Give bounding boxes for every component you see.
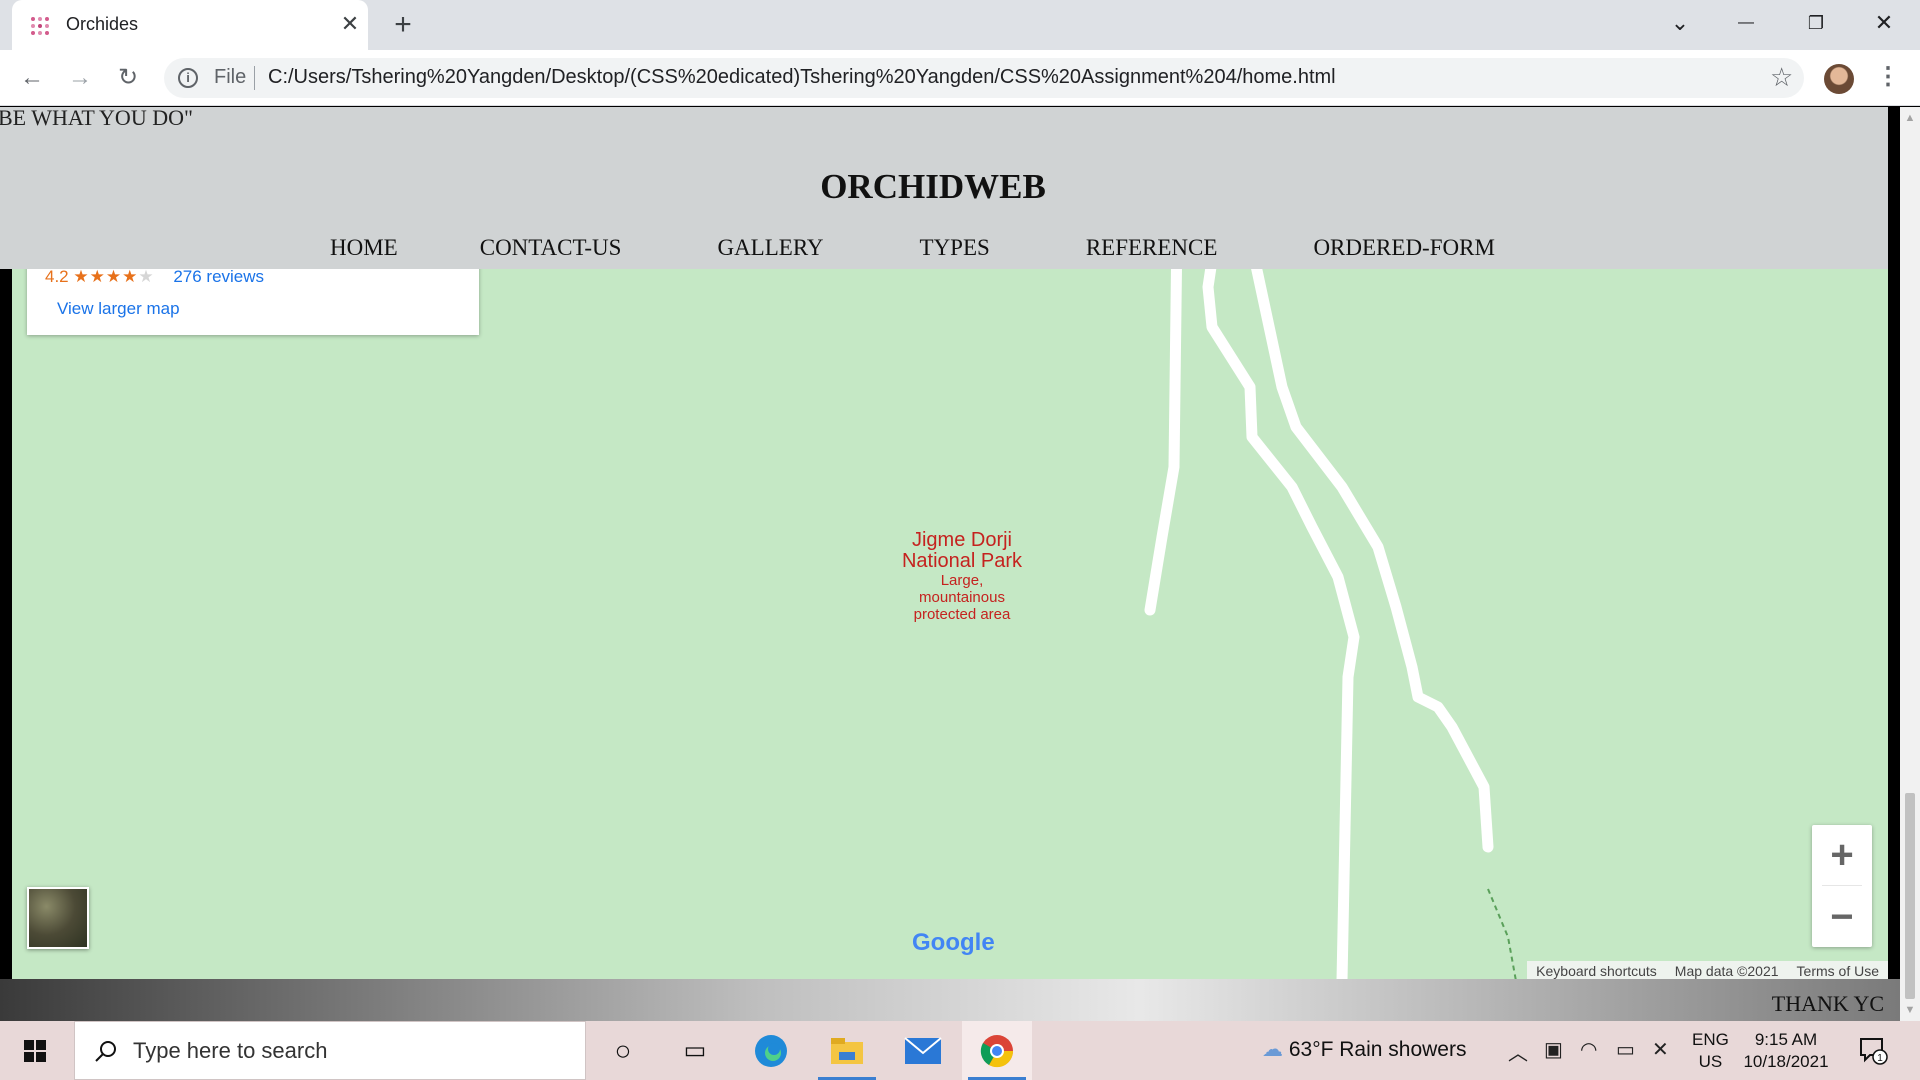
weather-widget[interactable]: ☁ 63°F Rain showers [1262,1037,1466,1062]
lang-line1: ENG [1692,1030,1729,1049]
task-view-icon[interactable]: ▭ [660,1021,730,1080]
forward-arrow-icon[interactable]: → [64,62,96,94]
search-icon [95,1041,116,1062]
park-name-line1: Jigme Dorji [911,529,1013,551]
zoom-in-button[interactable]: + [1812,825,1872,885]
page-footer: THANK YC [0,979,1900,1021]
minimize-button[interactable]: — [1726,6,1766,40]
keyboard-shortcuts-link[interactable]: Keyboard shortcuts [1527,961,1666,981]
site-header: BE WHAT YOU DO" ORCHIDWEB HOME CONTACT-U… [0,107,1888,269]
cortana-icon[interactable]: ○ [588,1021,658,1080]
omnibox-divider [254,66,255,90]
search-placeholder: Type here to search [133,1038,328,1063]
battery-icon[interactable]: ▭ [1616,1037,1635,1062]
nav-link-reference[interactable]: REFERENCE [1086,235,1218,261]
park-name-line2: National Park [901,550,1023,572]
close-window-button[interactable]: ✕ [1864,6,1904,40]
clock-time: 9:15 AM [1754,1030,1818,1049]
scroll-up-icon[interactable]: ▲ [1900,109,1920,127]
reload-icon[interactable]: ↻ [112,62,144,94]
google-logo: Google [912,929,995,956]
volume-muted-icon[interactable]: ✕ [1652,1037,1669,1062]
url-text[interactable]: C:/Users/Tshering%20Yangden/Desktop/(CSS… [268,66,1336,89]
windows-taskbar: Type here to search ○ ▭ ☁ 63°F Rain show… [0,1021,1920,1080]
park-label[interactable]: Jigme Dorji National Park Large, mountai… [862,530,1062,623]
wifi-icon[interactable]: ◠ [1580,1037,1597,1062]
bookmark-star-icon[interactable]: ☆ [1770,62,1793,93]
scroll-down-icon[interactable]: ▼ [1900,1001,1920,1019]
tab-strip: Orchides ✕ + ⌄ — ❐ ✕ [0,0,1920,50]
nav-link-contact-us[interactable]: CONTACT-US [480,235,622,261]
weather-text: 63°F Rain showers [1288,1038,1467,1061]
taskbar-search[interactable]: Type here to search [74,1021,586,1080]
new-tab-button[interactable]: + [386,8,420,42]
satellite-toggle[interactable] [27,887,89,949]
chrome-menu-icon[interactable]: ⋮ [1876,62,1900,91]
browser-tab[interactable]: Orchides ✕ [12,0,368,50]
language-indicator[interactable]: ENG US [1692,1029,1729,1073]
rating-row: 4.2 ★★★★★ 276 reviews [45,267,264,287]
zoom-controls: + − [1812,825,1872,947]
site-title: ORCHIDWEB [820,167,1046,206]
zoom-divider [1822,885,1862,886]
lang-line2: US [1698,1052,1723,1071]
address-bar[interactable]: i File C:/Users/Tshering%20Yangden/Deskt… [164,58,1804,98]
system-clock[interactable]: 9:15 AM 10/18/2021 [1736,1029,1836,1073]
nav-link-ordered-form[interactable]: ORDERED-FORM [1313,235,1494,261]
mail-icon[interactable] [888,1021,958,1080]
rating-value: 4.2 [45,267,69,286]
tab-title: Orchides [66,14,139,34]
reviews-link[interactable]: 276 reviews [173,267,264,286]
page-scrollbar[interactable]: ▲ ▼ [1900,107,1920,1021]
terms-of-use-link[interactable]: Terms of Use [1788,961,1888,981]
orchid-favicon-icon [31,17,49,35]
footer-text: THANK YC [1771,991,1884,1016]
tab-search-icon[interactable]: ⌄ [1660,6,1700,40]
show-hidden-icons-chevron-icon[interactable]: ︿ [1508,1037,1528,1066]
file-scheme-label: File [214,66,247,88]
header-quote: BE WHAT YOU DO" [0,107,193,130]
meet-now-icon[interactable]: ▣ [1544,1037,1563,1062]
browser-toolbar: ← → ↻ i File C:/Users/Tshering%20Yangden… [0,50,1920,106]
back-arrow-icon[interactable]: ← [16,62,48,94]
nav-link-types[interactable]: TYPES [920,235,990,261]
windows-start-icon[interactable] [10,1031,60,1071]
rating-stars: ★★★★★ [73,267,155,286]
profile-avatar[interactable] [1824,64,1854,94]
site-info-icon[interactable]: i [178,68,198,88]
edge-icon[interactable] [736,1021,806,1080]
scrollbar-thumb[interactable] [1905,793,1915,999]
nav-link-home[interactable]: HOME [330,235,398,261]
file-explorer-icon[interactable] [812,1021,882,1080]
notification-center-icon[interactable]: 1 [1858,1035,1888,1065]
weather-rain-icon: ☁ [1262,1038,1289,1061]
zoom-out-button[interactable]: − [1812,887,1872,947]
park-desc-line3: protected area [913,606,1011,623]
chrome-icon[interactable] [962,1021,1032,1080]
site-nav: HOME CONTACT-US GALLERY TYPES REFERENCE … [330,235,1495,261]
page-viewport: Jigme Dorji National Park Large, mountai… [0,107,1900,1021]
map-attribution: Keyboard shortcuts Map data ©2021 Terms … [1527,961,1888,981]
notification-count: 1 [1877,1053,1883,1064]
park-desc-line1: Large, [940,572,984,589]
tab-close-icon[interactable]: ✕ [336,10,364,38]
map-data-text: Map data ©2021 [1674,963,1779,979]
clock-date: 10/18/2021 [1743,1052,1829,1071]
view-larger-map-link[interactable]: View larger map [57,299,180,319]
park-desc-line2: mountainous [919,589,1005,606]
nav-link-gallery[interactable]: GALLERY [717,235,823,261]
restore-button[interactable]: ❐ [1796,6,1836,40]
